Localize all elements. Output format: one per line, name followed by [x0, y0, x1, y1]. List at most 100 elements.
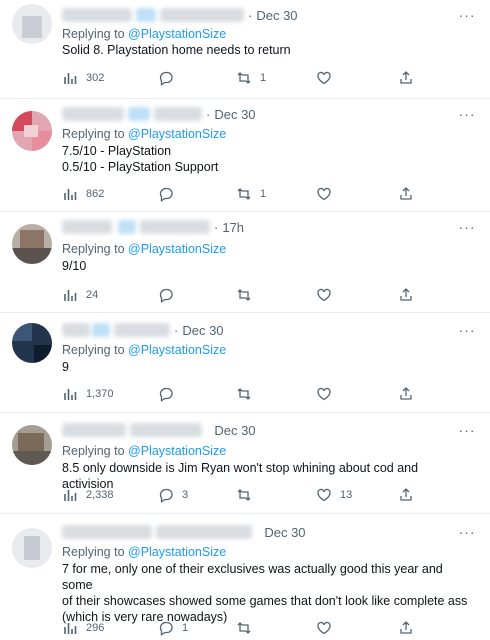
share-button[interactable]: [398, 69, 414, 87]
more-options-icon[interactable]: ···: [458, 218, 476, 236]
share-button[interactable]: [398, 486, 414, 504]
replying-to: Replying to @PlaystationSize: [62, 242, 227, 256]
tweet-date[interactable]: Dec 30: [214, 107, 255, 122]
tweet[interactable]: · Dec 30 ··· Replying to @PlaystationSiz…: [0, 0, 490, 98]
share-icon: [400, 387, 412, 400]
tweet-date[interactable]: Dec 30: [182, 323, 223, 338]
views-icon: [64, 73, 77, 84]
tweet-text: 9: [62, 360, 69, 374]
reply-icon: [159, 621, 173, 636]
tweet[interactable]: · Dec 30 ··· Replying to @PlaystationSiz…: [0, 99, 490, 211]
retweet-icon: [237, 72, 251, 84]
views-button[interactable]: 2,338: [62, 486, 114, 504]
more-options-icon[interactable]: ···: [458, 523, 476, 541]
share-button[interactable]: [398, 185, 414, 203]
reply-button[interactable]: [158, 385, 182, 403]
share-button[interactable]: [398, 286, 414, 304]
tweet-date[interactable]: Dec 30: [264, 525, 305, 540]
tweet-date[interactable]: 17h: [222, 220, 244, 235]
reply-handle-link[interactable]: @PlaystationSize: [128, 444, 226, 458]
display-name-redacted[interactable]: [62, 323, 90, 337]
share-button[interactable]: [398, 385, 414, 403]
tweet-date[interactable]: Dec 30: [256, 8, 297, 23]
more-options-icon[interactable]: ···: [458, 321, 476, 339]
tweet-actions: 862 1: [0, 185, 490, 203]
like-button[interactable]: [316, 69, 340, 87]
like-button[interactable]: 13: [316, 486, 352, 504]
views-button[interactable]: 1,370: [62, 385, 114, 403]
display-name-redacted[interactable]: [62, 107, 124, 121]
reply-handle-link[interactable]: @PlaystationSize: [128, 242, 226, 256]
reply-handle-link[interactable]: @PlaystationSize: [128, 343, 226, 357]
tweet-text: 7.5/10 - PlayStation 0.5/10 - PlayStatio…: [62, 144, 219, 174]
avatar[interactable]: [12, 425, 52, 465]
heart-icon: [317, 71, 331, 85]
verified-badge-redacted: [118, 220, 136, 234]
share-icon: [400, 288, 412, 301]
retweet-button[interactable]: [236, 619, 260, 637]
reply-button[interactable]: 3: [158, 486, 188, 504]
like-button[interactable]: [316, 619, 340, 637]
username-redacted[interactable]: [130, 423, 202, 437]
tweet-header: · Dec 30: [62, 105, 256, 123]
username-redacted[interactable]: [160, 8, 244, 22]
share-icon: [400, 621, 412, 634]
tweet-actions: 2,338 3 13: [0, 486, 490, 504]
retweet-button[interactable]: [236, 486, 260, 504]
heart-icon: [317, 488, 331, 502]
share-icon: [400, 71, 412, 84]
tweet[interactable]: · Dec 30 ··· Replying to @PlaystationSiz…: [0, 514, 490, 640]
reply-handle-link[interactable]: @PlaystationSize: [128, 545, 226, 559]
retweet-button[interactable]: 1: [236, 69, 266, 87]
reply-button[interactable]: [158, 286, 182, 304]
username-redacted[interactable]: [140, 220, 210, 234]
share-button[interactable]: [398, 619, 414, 637]
avatar[interactable]: [12, 111, 52, 151]
retweet-button[interactable]: [236, 286, 260, 304]
more-options-icon[interactable]: ···: [458, 421, 476, 439]
username-redacted[interactable]: [156, 525, 252, 539]
views-button[interactable]: 862: [62, 185, 104, 203]
retweet-icon: [237, 388, 251, 400]
avatar[interactable]: [12, 528, 52, 568]
retweet-button[interactable]: [236, 385, 260, 403]
retweet-button[interactable]: 1: [236, 185, 266, 203]
like-button[interactable]: [316, 385, 340, 403]
username-redacted[interactable]: [114, 323, 170, 337]
tweet[interactable]: · Dec 30 ··· Replying to @PlaystationSiz…: [0, 313, 490, 412]
reply-button[interactable]: 1: [158, 619, 188, 637]
replying-to: Replying to @PlaystationSize: [62, 127, 227, 141]
avatar[interactable]: [12, 224, 52, 264]
replying-to: Replying to @PlaystationSize: [62, 27, 227, 41]
display-name-redacted[interactable]: [62, 220, 112, 234]
avatar[interactable]: [12, 323, 52, 363]
views-button[interactable]: 296: [62, 619, 104, 637]
heart-icon: [317, 187, 331, 201]
share-icon: [400, 187, 412, 200]
like-button[interactable]: [316, 185, 340, 203]
tweet-header: · Dec 30: [62, 321, 224, 339]
retweet-icon: [237, 489, 251, 501]
more-options-icon[interactable]: ···: [458, 105, 476, 123]
tweet[interactable]: · 17h ··· Replying to @PlaystationSize 9…: [0, 212, 490, 312]
display-name-redacted[interactable]: [62, 423, 126, 437]
heart-icon: [317, 621, 331, 635]
tweet-header: · Dec 30: [62, 6, 298, 24]
more-options-icon[interactable]: ···: [458, 6, 476, 24]
reply-button[interactable]: [158, 69, 182, 87]
reply-icon: [159, 288, 173, 303]
views-button[interactable]: 24: [62, 286, 98, 304]
tweet-date[interactable]: Dec 30: [214, 423, 255, 438]
tweet-actions: 1,370: [0, 385, 490, 403]
username-redacted[interactable]: [154, 107, 202, 121]
reply-handle-link[interactable]: @PlaystationSize: [128, 27, 226, 41]
display-name-redacted[interactable]: [62, 525, 152, 539]
avatar[interactable]: [12, 4, 52, 44]
display-name-redacted[interactable]: [62, 8, 132, 22]
reply-button[interactable]: [158, 185, 182, 203]
views-button[interactable]: 302: [62, 69, 104, 87]
like-button[interactable]: [316, 286, 340, 304]
reply-handle-link[interactable]: @PlaystationSize: [128, 127, 226, 141]
tweet[interactable]: · Dec 30 ··· Replying to @PlaystationSiz…: [0, 413, 490, 513]
verified-badge-redacted: [136, 8, 156, 22]
